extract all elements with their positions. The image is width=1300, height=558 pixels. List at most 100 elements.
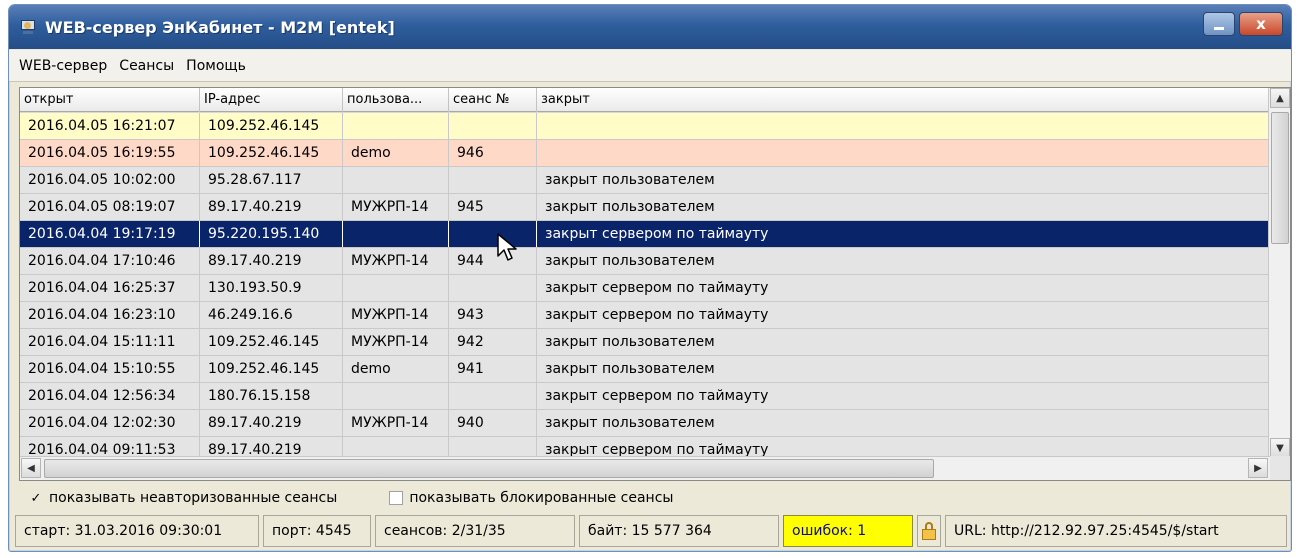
status-errors[interactable]: ошибок: 1 [783, 515, 913, 547]
cell-ip-address: 89.17.40.219 [200, 248, 343, 274]
close-button[interactable]: x [1239, 12, 1283, 36]
table-header: открыт IP-адрес пользова... сеанс № закр… [20, 88, 1268, 112]
window-title: WEB-сервер ЭнКабинет - M2M [entek] [45, 17, 395, 37]
cell-closed: закрыт пользователем [545, 361, 715, 377]
scroll-left-icon[interactable]: ◀ [21, 458, 41, 478]
status-bytes: байт: 15 577 364 [579, 515, 779, 547]
table-row[interactable]: 2016.04.04 12:56:34 180.76.15.158 закрыт с… [20, 383, 1268, 410]
app-window: WEB-сервер ЭнКабинет - M2M [entek] x WEB… [8, 4, 1292, 552]
table-row[interactable]: 2016.04.04 16:25:37 130.193.50.9 закрыт се… [20, 275, 1268, 302]
column-opened[interactable]: открыт [20, 88, 200, 112]
show-blocked-label[interactable]: показывать блокированные сеансы [409, 490, 673, 506]
table-row[interactable]: 2016.04.04 19:17:19 95.220.195.140 закрыт … [20, 221, 1268, 248]
table-row[interactable]: 2016.04.04 16:23:10 46.249.16.6 МУЖРП-14 94… [20, 302, 1268, 329]
status-bar: старт: 31.03.2016 09:30:01 порт: 4545 се… [15, 515, 1287, 547]
horizontal-scrollbar[interactable]: ◀ ▶ [20, 456, 1290, 480]
table-row[interactable]: 2016.04.04 15:11:11 109.252.46.145 МУЖРП-1… [20, 329, 1268, 356]
show-unauthorized-label[interactable]: показывать неавторизованные сеансы [49, 490, 337, 506]
cell-user: demo [343, 356, 449, 382]
cell-session-number: 942 [449, 329, 537, 355]
cell-ip-address: 180.76.15.158 [200, 383, 343, 409]
app-icon [19, 19, 37, 35]
title-bar[interactable]: WEB-сервер ЭнКабинет - M2M [entek] x [9, 5, 1291, 49]
cell-session-number: 945 [449, 194, 537, 220]
status-start: старт: 31.03.2016 09:30:01 [15, 515, 259, 547]
vertical-scroll-thumb[interactable] [1271, 112, 1289, 244]
minimize-icon [1214, 26, 1224, 30]
cell-session-number [449, 383, 537, 409]
cell-opened: 2016.04.04 16:25:37 [20, 275, 200, 301]
vertical-scrollbar[interactable]: ▲ ▼ [1268, 88, 1290, 458]
table-row[interactable]: 2016.04.04 17:10:46 89.17.40.219 МУЖРП-14 9… [20, 248, 1268, 275]
cell-ip-address: 95.28.67.117 [200, 167, 343, 193]
cell-user: МУЖРП-14 [343, 194, 449, 220]
menu-bar: WEB-сервер Сеансы Помощь [9, 50, 1291, 82]
table-body: 2016.04.05 16:21:07 109.252.46.145 2016.04… [20, 113, 1268, 458]
cell-closed: закрыт сервером по таймауту [545, 280, 769, 296]
cell-user [343, 437, 449, 458]
cell-user [343, 275, 449, 301]
menu-web-server[interactable]: WEB-сервер [19, 58, 107, 74]
cell-opened: 2016.04.05 16:19:55 [20, 140, 200, 166]
scroll-up-icon[interactable]: ▲ [1270, 88, 1290, 108]
horizontal-scroll-thumb[interactable] [44, 459, 934, 478]
column-user[interactable]: пользова... [343, 88, 449, 112]
column-session-number[interactable]: сеанс № [449, 88, 537, 112]
menu-help[interactable]: Помощь [186, 58, 246, 74]
cell-ip-address: 89.17.40.219 [200, 437, 343, 458]
cell-user [343, 221, 449, 247]
cell-user: МУЖРП-14 [343, 410, 449, 436]
cell-session-number: 941 [449, 356, 537, 382]
status-url[interactable]: URL: http://212.92.97.25:4545/$/start [945, 515, 1287, 547]
cell-user: МУЖРП-14 [343, 329, 449, 355]
cell-session-number [449, 167, 537, 193]
status-sessions: сеансов: 2/31/35 [375, 515, 575, 547]
scroll-right-icon[interactable]: ▶ [1248, 458, 1268, 478]
cell-ip-address: 130.193.50.9 [200, 275, 343, 301]
table-row[interactable]: 2016.04.04 15:10:55 109.252.46.145 demo 941… [20, 356, 1268, 383]
cell-opened: 2016.04.05 16:21:07 [20, 113, 200, 139]
cell-closed: закрыт сервером по таймауту [545, 442, 769, 458]
table-row[interactable]: 2016.04.04 12:02:30 89.17.40.219 МУЖРП-14 9… [20, 410, 1268, 437]
cell-session-number: 944 [449, 248, 537, 274]
column-closed[interactable]: закрыт [537, 88, 1268, 112]
scroll-corner [1270, 456, 1290, 480]
sessions-table[interactable]: открыт IP-адрес пользова... сеанс № закр… [19, 87, 1291, 481]
cell-ip-address: 46.249.16.6 [200, 302, 343, 328]
scroll-down-icon[interactable]: ▼ [1270, 438, 1290, 458]
cell-closed: закрыт сервером по таймауту [545, 307, 769, 323]
menu-sessions[interactable]: Сеансы [119, 58, 174, 74]
cell-user: МУЖРП-14 [343, 302, 449, 328]
lock-icon[interactable] [917, 515, 941, 547]
cell-ip-address: 109.252.46.145 [200, 113, 343, 139]
table-row[interactable]: 2016.04.05 16:19:55 109.252.46.145 demo 946 [20, 140, 1268, 167]
cell-closed: закрыт пользователем [545, 253, 715, 269]
table-row[interactable]: 2016.04.05 08:19:07 89.17.40.219 МУЖРП-14 9… [20, 194, 1268, 221]
cell-user [343, 113, 449, 139]
cell-ip-address: 95.220.195.140 [200, 221, 343, 247]
cell-closed: закрыт сервером по таймауту [545, 226, 769, 242]
show-blocked-checkbox[interactable] [389, 491, 404, 505]
show-unauthorized-checkbox[interactable]: ✓ [29, 491, 43, 506]
cell-session-number [449, 437, 537, 458]
cell-session-number [449, 275, 537, 301]
cell-opened: 2016.04.04 15:10:55 [20, 356, 200, 382]
cell-session-number [449, 113, 537, 139]
minimize-button[interactable] [1203, 12, 1235, 36]
table-row[interactable]: 2016.04.05 16:21:07 109.252.46.145 [20, 113, 1268, 140]
cell-opened: 2016.04.04 19:17:19 [20, 221, 200, 247]
cell-closed: закрыт пользователем [545, 334, 715, 350]
close-icon: x [1256, 15, 1266, 33]
table-row[interactable]: 2016.04.05 10:02:00 95.28.67.117 закрыт по… [20, 167, 1268, 194]
cell-opened: 2016.04.04 12:56:34 [20, 383, 200, 409]
cell-session-number: 940 [449, 410, 537, 436]
table-row[interactable]: 2016.04.04 09:11:53 89.17.40.219 закрыт се… [20, 437, 1268, 458]
cell-ip-address: 109.252.46.145 [200, 356, 343, 382]
cell-user: demo [343, 140, 449, 166]
column-ip-address[interactable]: IP-адрес [200, 88, 343, 112]
cell-opened: 2016.04.05 10:02:00 [20, 167, 200, 193]
mouse-cursor-icon [497, 233, 517, 261]
cell-opened: 2016.04.04 12:02:30 [20, 410, 200, 436]
status-port: порт: 4545 [263, 515, 371, 547]
cell-closed [537, 113, 1268, 139]
